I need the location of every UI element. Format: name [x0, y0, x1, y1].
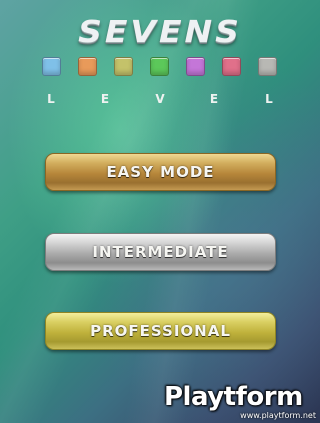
blue-swatch-icon: [42, 57, 61, 76]
game-title: SEVENS: [78, 13, 242, 50]
gray-swatch-icon: [258, 57, 277, 76]
intermediate-label: INTERMEDIATE: [92, 243, 229, 261]
level-letter: E: [209, 92, 219, 106]
watermark-logo: Playtform: [164, 382, 303, 412]
professional-button[interactable]: PROFESSIONAL: [45, 312, 276, 350]
playtform-watermark: Playtform www.playtform.net: [156, 382, 316, 420]
level-letter: L: [47, 92, 55, 106]
professional-label: PROFESSIONAL: [90, 322, 231, 340]
purple-swatch-icon: [186, 57, 205, 76]
watermark-url: www.playtform.net: [240, 411, 316, 420]
level-letter: E: [100, 92, 110, 106]
pink-swatch-icon: [222, 57, 241, 76]
olive-swatch-icon: [114, 57, 133, 76]
easy-mode-label: EASY MODE: [106, 163, 215, 181]
level-label: L E V E L: [42, 92, 278, 108]
color-swatch-row: [42, 57, 278, 76]
level-letter: L: [265, 92, 273, 106]
level-letter: V: [155, 92, 165, 106]
orange-swatch-icon: [78, 57, 97, 76]
intermediate-button[interactable]: INTERMEDIATE: [45, 233, 276, 271]
green-swatch-icon: [150, 57, 169, 76]
easy-mode-button[interactable]: EASY MODE: [45, 153, 276, 191]
